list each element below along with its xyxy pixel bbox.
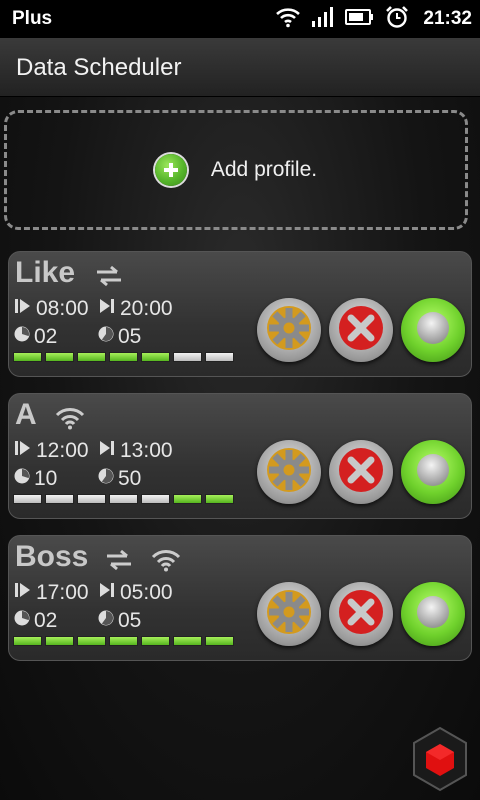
usage-bar-segment [45, 636, 74, 646]
settings-button[interactable] [257, 298, 321, 362]
profile-name: Boss [15, 540, 89, 573]
end-time-icon [97, 296, 120, 322]
profile-type-icons [95, 264, 123, 293]
end-time-icon [97, 438, 120, 464]
usage-bars [13, 636, 234, 646]
schedule-times: 17:00 05:00 [13, 580, 181, 606]
title-bar: Data Scheduler [0, 38, 480, 97]
pie-timer-icon [97, 467, 118, 491]
end-time: 05:00 [120, 581, 173, 604]
delete-button[interactable] [329, 582, 393, 646]
usage-bars [13, 352, 234, 362]
usage-bar-segment [205, 352, 234, 362]
start-time-icon [13, 296, 36, 322]
close-icon [336, 303, 386, 358]
profile-card[interactable]: Boss 17:00 05:00 02 05 [8, 535, 472, 661]
close-icon [336, 445, 386, 500]
add-profile-label: Add profile. [210, 158, 318, 181]
usage-bars [13, 494, 234, 504]
value-a: 02 [34, 609, 58, 632]
signal-icon [311, 6, 335, 33]
plus-icon [154, 154, 187, 186]
status-bar: Plus 21:32 [0, 0, 480, 38]
enable-toggle-button[interactable] [401, 582, 465, 646]
value-b: 05 [118, 609, 142, 632]
usage-bar-segment [45, 494, 74, 504]
usage-bar-segment [109, 352, 138, 362]
usage-bar-segment [141, 352, 170, 362]
value-a: 10 [34, 467, 58, 490]
delete-button[interactable] [329, 298, 393, 362]
value-b: 05 [118, 325, 142, 348]
usage-bar-segment [173, 494, 202, 504]
usage-bar-segment [205, 494, 234, 504]
usage-bar-segment [13, 494, 42, 504]
gear-icon [264, 445, 314, 500]
pie-timer-icon [13, 467, 34, 491]
value-a: 02 [34, 325, 58, 348]
profile-card[interactable]: A 12:00 13:00 10 50 [8, 393, 472, 519]
settings-button[interactable] [257, 582, 321, 646]
schedule-durations: 02 05 [13, 325, 181, 349]
transfer-arrows-icon [95, 264, 123, 293]
usage-bar-segment [109, 636, 138, 646]
profile-name: Like [15, 256, 76, 289]
pie-timer-icon [13, 609, 34, 633]
toggle-on-icon [408, 587, 458, 642]
page-title: Data Scheduler [16, 54, 182, 81]
toggle-on-icon [408, 303, 458, 358]
close-icon [336, 587, 386, 642]
schedule-durations: 10 50 [13, 467, 181, 491]
profile-type-icons [55, 406, 85, 435]
wifi-icon [275, 6, 301, 33]
start-time-icon [13, 580, 36, 606]
usage-bar-segment [141, 636, 170, 646]
schedule-times: 12:00 13:00 [13, 438, 181, 464]
usage-bar-segment [109, 494, 138, 504]
usage-bar-segment [77, 636, 106, 646]
end-time-icon [97, 580, 120, 606]
profile-card[interactable]: Like 08:00 20:00 02 05 [8, 251, 472, 377]
usage-bar-segment [13, 352, 42, 362]
usage-bar-segment [173, 636, 202, 646]
toggle-on-icon [408, 445, 458, 500]
enable-toggle-button[interactable] [401, 298, 465, 362]
pie-timer-icon [97, 325, 118, 349]
usage-bar-segment [45, 352, 74, 362]
usage-bar-segment [77, 352, 106, 362]
pie-timer-icon [97, 609, 118, 633]
usage-bar-segment [77, 494, 106, 504]
wifi-icon [55, 406, 85, 435]
gear-icon [264, 587, 314, 642]
settings-button[interactable] [257, 440, 321, 504]
add-profile-button[interactable]: Add profile. [4, 110, 468, 230]
usage-bar-segment [173, 352, 202, 362]
start-time-icon [13, 438, 36, 464]
enable-toggle-button[interactable] [401, 440, 465, 504]
value-b: 50 [118, 467, 142, 490]
profile-name: A [15, 398, 37, 431]
battery-icon [345, 8, 375, 31]
schedule-durations: 02 05 [13, 609, 181, 633]
end-time: 20:00 [120, 297, 173, 320]
start-time: 12:00 [36, 439, 89, 462]
carrier-name: Plus [12, 8, 53, 29]
gear-icon [264, 303, 314, 358]
wifi-icon [151, 548, 181, 577]
clock: 21:32 [423, 8, 472, 29]
start-time: 08:00 [36, 297, 89, 320]
start-time: 17:00 [36, 581, 89, 604]
transfer-arrows-icon [105, 548, 133, 577]
profile-type-icons [105, 548, 181, 577]
hex-logo-icon[interactable] [412, 726, 468, 797]
usage-bar-segment [13, 636, 42, 646]
delete-button[interactable] [329, 440, 393, 504]
end-time: 13:00 [120, 439, 173, 462]
pie-timer-icon [13, 325, 34, 349]
schedule-times: 08:00 20:00 [13, 296, 181, 322]
usage-bar-segment [205, 636, 234, 646]
usage-bar-segment [141, 494, 170, 504]
alarm-icon [385, 5, 409, 34]
